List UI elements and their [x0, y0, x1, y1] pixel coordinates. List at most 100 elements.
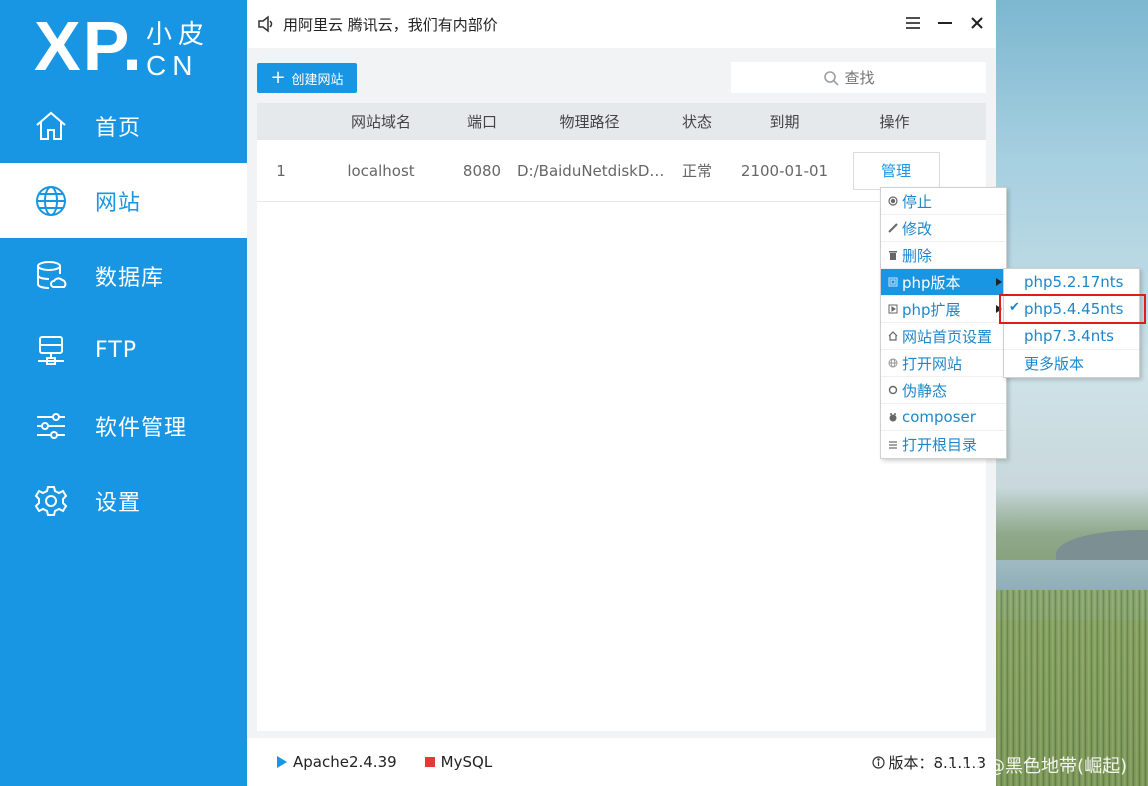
manage-context-menu: 停止 修改 删除 php版本 php扩展 网站首页设置 打开网站 伪静态 com…	[880, 187, 1007, 459]
menu-item-stop[interactable]: 停止	[881, 188, 1006, 215]
php-version-label: 更多版本	[1024, 355, 1085, 373]
menu-item-label: composer	[902, 408, 976, 426]
menu-item-label: 打开根目录	[902, 436, 978, 454]
menu-item-label: php版本	[902, 273, 961, 292]
speaker-icon	[258, 15, 273, 33]
header-path: 物理路径	[559, 113, 620, 131]
sidebar-item-label: 软件管理	[95, 415, 188, 441]
mysql-label: MySQL	[440, 753, 493, 771]
menu-icon[interactable]	[902, 12, 924, 34]
row-action: 管理	[847, 151, 942, 190]
menu-item-label: php扩展	[902, 300, 961, 319]
sidebar-nav: 首页 网站 数据库 FTP 软件管理 设置	[0, 88, 247, 538]
row-port: 8080	[462, 161, 502, 180]
menu-item-open-root[interactable]: 打开根目录	[881, 431, 1006, 458]
title-bar: 用阿里云 腾讯云，我们有内部价	[247, 0, 996, 48]
sidebar-item-label: 设置	[95, 490, 142, 516]
row-path: D:/BaiduNetdiskDo...	[517, 161, 672, 180]
sidebar-item-label: 网站	[95, 190, 142, 216]
menu-item-label: 伪静态	[902, 381, 948, 400]
php-version-submenu: php5.2.17nts ✔ php5.4.45nts php7.3.4nts …	[1003, 268, 1140, 378]
create-website-button[interactable]: + 创建网站	[257, 63, 357, 93]
gear-icon	[33, 483, 69, 519]
play-icon	[277, 756, 287, 768]
desktop-wallpaper	[996, 0, 1148, 786]
menu-item-label: 删除	[902, 246, 933, 265]
sidebar-item-software[interactable]: 软件管理	[0, 388, 247, 463]
row-domain: localhost	[347, 161, 415, 180]
header-port: 端口	[466, 113, 497, 131]
sidebar-item-label: 首页	[95, 115, 142, 141]
search-box[interactable]	[731, 62, 986, 93]
submenu-arrow-icon	[996, 305, 1002, 313]
php-version-label: php5.2.17nts	[1024, 273, 1124, 291]
menu-item-homepage-settings[interactable]: 网站首页设置	[881, 323, 1006, 350]
header-action: 操作	[879, 113, 910, 131]
mysql-service[interactable]: MySQL	[424, 753, 493, 771]
php-version-option[interactable]: php7.3.4nts	[1004, 323, 1139, 350]
menu-item-composer[interactable]: composer	[881, 404, 1006, 431]
ftp-icon	[33, 333, 69, 369]
php-version-label: php5.4.45nts	[1024, 300, 1124, 318]
list-icon	[887, 439, 899, 451]
header-expire: 到期	[769, 113, 800, 131]
menu-item-php-extension[interactable]: php扩展	[881, 296, 1006, 323]
status-bar: Apache2.4.39 MySQL 版本：8.1.1.3	[247, 738, 996, 786]
sidebar-item-home[interactable]: 首页	[0, 88, 247, 163]
menu-item-edit[interactable]: 修改	[881, 215, 1006, 242]
apache-service[interactable]: Apache2.4.39	[277, 753, 397, 771]
menu-item-label: 修改	[902, 219, 933, 238]
globe-small-icon	[887, 357, 899, 369]
php-icon	[887, 276, 899, 288]
logo-chinese: 小皮	[146, 20, 211, 50]
sidebar-item-database[interactable]: 数据库	[0, 238, 247, 313]
manage-button[interactable]: 管理	[852, 151, 940, 190]
sidebar-item-label: FTP	[95, 338, 137, 363]
menu-item-php-version[interactable]: php版本	[881, 269, 1006, 296]
globe-icon	[33, 183, 69, 219]
pencil-icon	[887, 222, 899, 234]
php-version-option[interactable]: php5.2.17nts	[1004, 269, 1139, 296]
promo-notice[interactable]: 用阿里云 腾讯云，我们有内部价	[283, 14, 498, 35]
home-small-icon	[887, 330, 899, 342]
extension-icon	[887, 303, 899, 315]
sidebar-item-settings[interactable]: 设置	[0, 463, 247, 538]
close-icon[interactable]	[966, 12, 988, 34]
rewrite-icon	[887, 384, 899, 396]
stop-square-icon	[424, 757, 435, 767]
sidebar-item-ftp[interactable]: FTP	[0, 313, 247, 388]
header-status: 状态	[681, 113, 712, 131]
row-status: 正常	[681, 162, 712, 180]
sliders-icon	[33, 408, 69, 444]
window-controls	[902, 12, 988, 34]
composer-icon	[887, 411, 899, 423]
website-table: 网站域名 端口 物理路径 状态 到期 操作 1 localhost 8080 D…	[257, 103, 986, 731]
menu-item-rewrite[interactable]: 伪静态	[881, 377, 1006, 404]
logo-cn: CN	[146, 50, 199, 81]
more-versions-option[interactable]: 更多版本	[1004, 350, 1139, 377]
table-row: 1 localhost 8080 D:/BaiduNetdiskDo... 正常…	[257, 140, 986, 202]
database-icon	[33, 258, 69, 294]
home-icon	[33, 108, 69, 144]
menu-item-delete[interactable]: 删除	[881, 242, 1006, 269]
search-input[interactable]	[844, 68, 895, 87]
trash-icon	[887, 249, 899, 261]
php-version-label: php7.3.4nts	[1024, 327, 1114, 345]
submenu-arrow-icon	[996, 278, 1002, 286]
create-website-label: 创建网站	[291, 72, 344, 88]
menu-item-label: 打开网站	[902, 354, 963, 373]
menu-item-label: 网站首页设置	[902, 327, 993, 346]
plus-icon: +	[270, 67, 286, 88]
table-header: 网站域名 端口 物理路径 状态 到期 操作	[257, 103, 986, 140]
search-icon	[823, 70, 839, 86]
php-version-option-selected[interactable]: ✔ php5.4.45nts	[1004, 296, 1139, 323]
row-index: 1	[276, 161, 286, 180]
checkmark-icon: ✔	[1009, 300, 1020, 315]
sidebar-item-website[interactable]: 网站	[0, 163, 247, 238]
app-logo: XP. 小皮 CN	[34, 10, 224, 82]
minimize-icon[interactable]	[934, 12, 956, 34]
stop-icon	[887, 195, 899, 207]
header-domain: 网站域名	[350, 113, 411, 131]
menu-item-open-site[interactable]: 打开网站	[881, 350, 1006, 377]
watermark: CSDN @黑色地带(崛起)	[930, 756, 1128, 777]
